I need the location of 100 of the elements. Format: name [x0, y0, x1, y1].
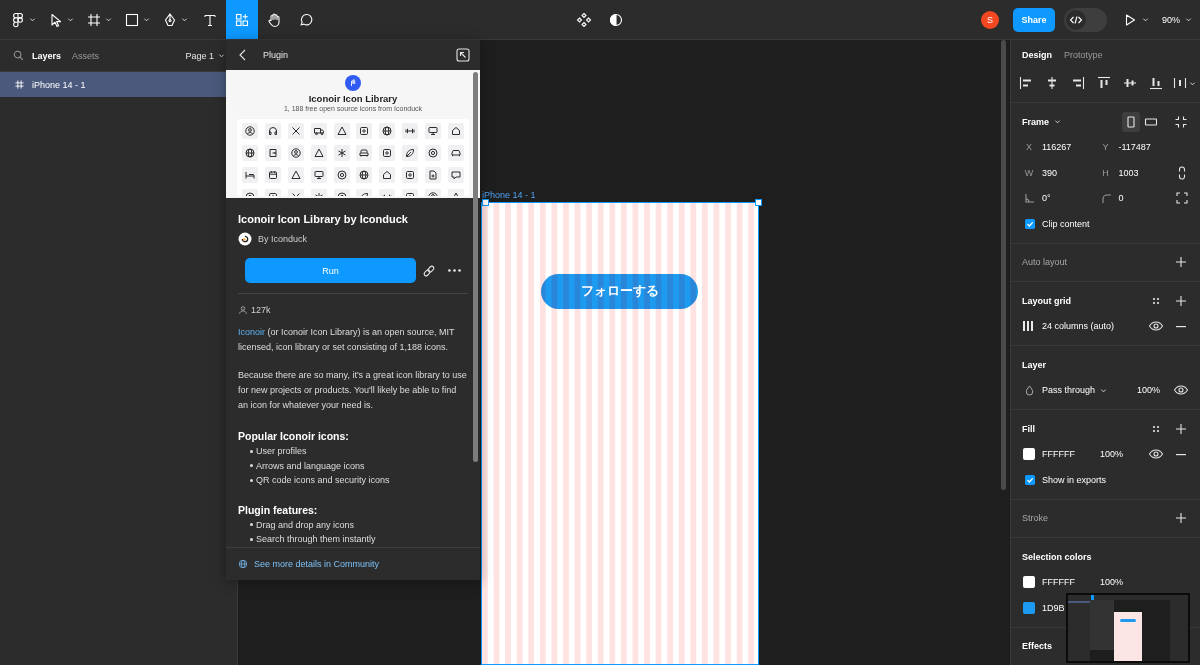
- bed-icon: [242, 167, 259, 183]
- car-icon: [447, 145, 464, 161]
- number-field[interactable]: H 1003: [1097, 161, 1174, 184]
- cross-icon: [288, 123, 304, 139]
- list-item-text: User profiles: [256, 446, 307, 457]
- chevron-down-icon: [1189, 79, 1196, 87]
- chevron-down-icon: [67, 16, 74, 23]
- zoom-menu[interactable]: 90%: [1162, 5, 1192, 34]
- panel-title: Plugin: [263, 50, 289, 60]
- chevron-down-icon: [218, 52, 225, 59]
- house-icon: [379, 167, 396, 183]
- number-field[interactable]: Y -117487: [1097, 136, 1174, 159]
- panel-tab[interactable]: Prototype: [1064, 50, 1103, 60]
- frame-label[interactable]: iPhone 14 - 1: [482, 189, 536, 201]
- corners-icon: [1174, 190, 1190, 207]
- resources-tool[interactable]: [226, 0, 258, 39]
- list-item-text: QR code icons and security icons: [256, 475, 390, 486]
- section-heading: Plugin features:: [238, 502, 319, 518]
- blend-mode-menu[interactable]: Pass through: [1042, 385, 1108, 396]
- target-icon: [333, 167, 350, 183]
- bullet-icon: [250, 537, 253, 541]
- user-icon: [238, 305, 248, 315]
- calendar-icon: [265, 167, 282, 183]
- diamonds-icon: [576, 11, 592, 28]
- squares-plus-icon: [234, 11, 250, 28]
- number-field[interactable]: W 390: [1021, 161, 1098, 184]
- color-swatch[interactable]: [1023, 601, 1035, 614]
- globe-icon: [356, 167, 373, 183]
- independent-corners-button[interactable]: [1174, 190, 1190, 207]
- truck-icon: [310, 123, 327, 139]
- description-text: Because there are so many, it's a great icon library to use for new projects or products. You'll likely be able to find an icon for whatever your need is.: [238, 369, 468, 412]
- user-avatar[interactable]: S: [981, 10, 999, 29]
- columns-icon: [1022, 320, 1034, 333]
- phone-frame[interactable]: フォローする: [481, 202, 759, 665]
- number-field[interactable]: 0: [1097, 187, 1174, 210]
- checkbox[interactable]: [1025, 218, 1035, 229]
- dev-mode-toggle[interactable]: [1064, 7, 1107, 32]
- opacity-value[interactable]: 100%: [1136, 385, 1160, 396]
- minus-icon: [1176, 453, 1186, 455]
- portrait-button[interactable]: [1122, 111, 1140, 132]
- grid-label: 24 columns (auto): [1042, 321, 1115, 332]
- minus-icon: [1176, 325, 1186, 327]
- chevron-down-icon: [181, 16, 188, 23]
- scrollbar-thumb[interactable]: [473, 72, 478, 462]
- bullet-icon: [250, 449, 253, 453]
- hash-icon: [15, 80, 24, 89]
- resize-handle[interactable]: [755, 199, 762, 206]
- user-count: 127k: [251, 305, 271, 315]
- checkbox[interactable]: [1025, 474, 1035, 485]
- number-field[interactable]: 0°: [1021, 187, 1098, 210]
- monitor-icon: [310, 167, 327, 183]
- hand-icon: [266, 11, 282, 28]
- cursor-icon: [48, 11, 64, 28]
- globe-icon: [242, 145, 259, 161]
- description-text: Iconoir (or Iconoir Icon Library) is an open source, MIT licensed, icon library or set consisting of 1,188 icons.: [238, 326, 456, 354]
- search-icon[interactable]: [13, 50, 24, 61]
- follow-button[interactable]: フォローする: [541, 274, 698, 309]
- checkbox-label: Clip content: [1042, 218, 1090, 229]
- hex-value[interactable]: FFFFFF: [1042, 449, 1100, 460]
- layer-name: iPhone 14 - 1: [32, 79, 86, 90]
- field-label: W: [1023, 167, 1035, 178]
- panel-tab[interactable]: Layers: [32, 50, 62, 61]
- align-left-icon: [1018, 75, 1034, 91]
- opacity-value[interactable]: 100%: [1100, 449, 1124, 460]
- square-icon: [124, 11, 140, 28]
- resize-handle[interactable]: [482, 199, 489, 206]
- user-circle-icon: [242, 123, 259, 139]
- document-icon: [424, 167, 441, 183]
- section-title: Fill: [1022, 423, 1035, 434]
- text-link[interactable]: Iconoir: [238, 327, 265, 337]
- hex-value[interactable]: 1D9B: [1042, 602, 1065, 613]
- list-item-text: Search through them instantly: [256, 534, 376, 545]
- panel-tab[interactable]: Assets: [72, 50, 100, 61]
- opacity-value[interactable]: 100%: [1100, 577, 1124, 588]
- user-circle-icon: [288, 145, 304, 161]
- number-field[interactable]: X 116267: [1021, 136, 1098, 159]
- chevron-down-icon: [1100, 386, 1108, 394]
- layer-row[interactable]: iPhone 14 - 1: [0, 72, 226, 97]
- author-avatar-icon: [238, 232, 252, 246]
- frame-type-menu[interactable]: Frame: [1022, 116, 1061, 127]
- arrow-box-icon: [455, 47, 471, 63]
- dumbbell-icon: [402, 123, 418, 139]
- code-icon: [1066, 9, 1086, 30]
- author-name[interactable]: By Iconduck: [258, 234, 308, 244]
- scrollbar-thumb[interactable]: [1001, 40, 1006, 490]
- chevron-down-icon: [105, 16, 112, 23]
- page-menu[interactable]: Page 1: [185, 50, 225, 61]
- align-bottom-icon: [1148, 75, 1164, 91]
- chevron-down-icon: [1185, 16, 1192, 23]
- headset-icon: [265, 123, 282, 139]
- chevron-down-icon: [29, 16, 36, 23]
- color-swatch[interactable]: [1023, 448, 1035, 461]
- community-link[interactable]: See more details in Community: [238, 559, 380, 569]
- logo-icon: [345, 75, 361, 91]
- snowflake-icon: [333, 145, 350, 161]
- contrast-icon: [608, 11, 624, 28]
- hex-value[interactable]: FFFFFF: [1042, 577, 1100, 588]
- collapse-button[interactable]: [455, 47, 471, 63]
- panel-tab[interactable]: Design: [1022, 50, 1052, 60]
- color-swatch[interactable]: [1023, 576, 1035, 589]
